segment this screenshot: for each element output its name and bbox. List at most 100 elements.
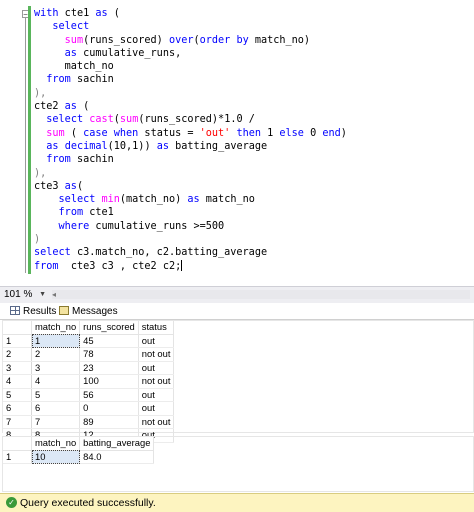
code-line[interactable]: select cast(sum(runs_scored)*1.0 /	[34, 113, 347, 126]
code-line[interactable]: as decimal(10,1)) as batting_average	[34, 140, 347, 153]
result-table-1: match_no runs_scored status 1 1 45 out 2 2 78 not…	[3, 321, 175, 443]
row-number[interactable]: 4	[3, 374, 32, 389]
table-cell[interactable]: 100	[79, 374, 139, 389]
check-icon: ✓	[6, 497, 17, 508]
query-editor[interactable]: − with cte1 as ( select sum(runs_scored)…	[0, 0, 474, 286]
code-token: match_no)	[248, 34, 311, 46]
table-cell[interactable]: 6	[31, 401, 81, 416]
horizontal-scrollbar[interactable]: ◂	[52, 290, 470, 299]
code-line[interactable]: ),	[34, 167, 347, 180]
code-line[interactable]: from sachin	[34, 153, 347, 166]
table-row[interactable]: 1 1 45 out	[3, 334, 175, 348]
code-line[interactable]: match_no	[34, 60, 347, 73]
table-row[interactable]: 4 4 100 not out	[3, 374, 175, 389]
table-cell[interactable]: not out	[138, 415, 175, 429]
code-line[interactable]: )	[34, 233, 347, 246]
table-cell[interactable]: out	[138, 388, 175, 402]
code-token: ),	[34, 87, 47, 99]
table-cell[interactable]: 7	[31, 415, 81, 429]
grid-corner[interactable]	[3, 321, 32, 335]
row-number[interactable]: 1	[3, 334, 32, 348]
row-number[interactable]: 2	[3, 347, 32, 362]
code-token: status =	[138, 127, 200, 139]
code-token: cte1	[58, 8, 96, 19]
table-row[interactable]: 5 5 56 out	[3, 388, 175, 402]
code-token: from	[46, 74, 71, 86]
scroll-left-icon[interactable]: ◂	[52, 290, 56, 299]
table-cell[interactable]: 78	[79, 347, 139, 362]
code-token: sachin	[70, 154, 114, 166]
table-cell[interactable]: 84.0	[79, 450, 155, 464]
code-line[interactable]: from cte1	[34, 206, 347, 219]
row-number[interactable]: 3	[3, 361, 32, 375]
column-header[interactable]: match_no	[31, 321, 81, 335]
code-line[interactable]: select c3.match_no, c2.batting_average	[34, 246, 347, 259]
code-line[interactable]: where cumulative_runs >=500	[34, 220, 347, 233]
table-cell[interactable]: out	[138, 334, 175, 348]
column-header[interactable]: runs_scored	[79, 321, 139, 335]
column-header[interactable]: batting_average	[79, 437, 155, 451]
row-number[interactable]: 5	[3, 388, 32, 402]
code-token: as	[156, 140, 169, 152]
table-cell[interactable]: 1	[31, 334, 81, 348]
zoom-dropdown[interactable]: 101 % ▼	[4, 288, 46, 301]
table-row[interactable]: 2 2 78 not out	[3, 347, 175, 362]
code-token: case when	[83, 127, 139, 139]
table-cell[interactable]: out	[138, 401, 175, 416]
table-cell[interactable]: 4	[31, 374, 81, 389]
code-line[interactable]: ),	[34, 87, 347, 100]
code-line[interactable]: cte3 as(	[34, 180, 347, 193]
table-cell[interactable]: not out	[138, 374, 175, 389]
code-token: (runs_scored)*1.0 /	[138, 114, 255, 126]
code-line[interactable]: select	[34, 20, 347, 33]
table-row[interactable]: 7 7 89 not out	[3, 415, 175, 429]
status-text: Query executed successfully.	[20, 497, 156, 509]
tab-messages[interactable]: Messages	[59, 305, 118, 319]
editor-gutter	[0, 0, 24, 286]
table-cell[interactable]: out	[138, 361, 175, 375]
code-line[interactable]: from sachin	[34, 73, 347, 86]
code-line[interactable]: as cumulative_runs,	[34, 47, 347, 60]
row-number[interactable]: 7	[3, 415, 32, 429]
sql-code[interactable]: with cte1 as ( select sum(runs_scored) o…	[34, 7, 347, 273]
result-grid-1[interactable]: match_no runs_scored status 1 1 45 out 2 2 78 not…	[2, 320, 474, 443]
grid-corner[interactable]	[3, 437, 32, 451]
code-line[interactable]: cte2 as (	[34, 100, 347, 113]
code-token: cumulative_runs >=500	[89, 220, 225, 232]
code-token: cte2	[34, 101, 65, 113]
result-grid-2[interactable]: match_no batting_average 1 10 84.0	[2, 436, 474, 492]
code-line[interactable]: sum(runs_scored) over(order by match_no)	[34, 34, 347, 47]
table-cell[interactable]: 23	[79, 361, 139, 375]
table-cell[interactable]: 56	[79, 388, 139, 402]
table-cell[interactable]: not out	[138, 347, 175, 362]
code-line[interactable]: with cte1 as (	[34, 7, 347, 20]
code-token: 'out'	[199, 127, 231, 139]
code-token: )	[34, 234, 41, 246]
row-number[interactable]: 1	[3, 450, 32, 464]
table-row[interactable]: 3 3 23 out	[3, 361, 175, 375]
table-cell[interactable]: 10	[31, 450, 81, 464]
table-cell[interactable]: 45	[79, 334, 139, 348]
table-cell[interactable]: 2	[31, 347, 81, 362]
code-token: (	[107, 8, 120, 19]
code-line[interactable]: from cte3 c3 , cte2 c2;	[34, 260, 347, 273]
table-cell[interactable]: 0	[79, 401, 139, 416]
table-cell[interactable]: 5	[31, 388, 81, 402]
table-row[interactable]: 6 6 0 out	[3, 401, 175, 416]
column-header[interactable]: status	[138, 321, 175, 335]
code-token: select	[58, 194, 96, 206]
code-token: end	[322, 127, 341, 139]
code-line[interactable]: select min(match_no) as match_no	[34, 193, 347, 206]
code-token: min	[101, 194, 120, 206]
table-row[interactable]: 1 10 84.0	[3, 450, 155, 464]
tab-results[interactable]: Results	[10, 305, 56, 319]
column-header[interactable]: match_no	[31, 437, 81, 451]
table-cell[interactable]: 3	[31, 361, 81, 375]
row-number[interactable]: 6	[3, 401, 32, 416]
code-line[interactable]: sum ( case when status = 'out' then 1 el…	[34, 127, 347, 140]
tab-messages-label: Messages	[72, 306, 118, 317]
table-cell[interactable]: 89	[79, 415, 139, 429]
